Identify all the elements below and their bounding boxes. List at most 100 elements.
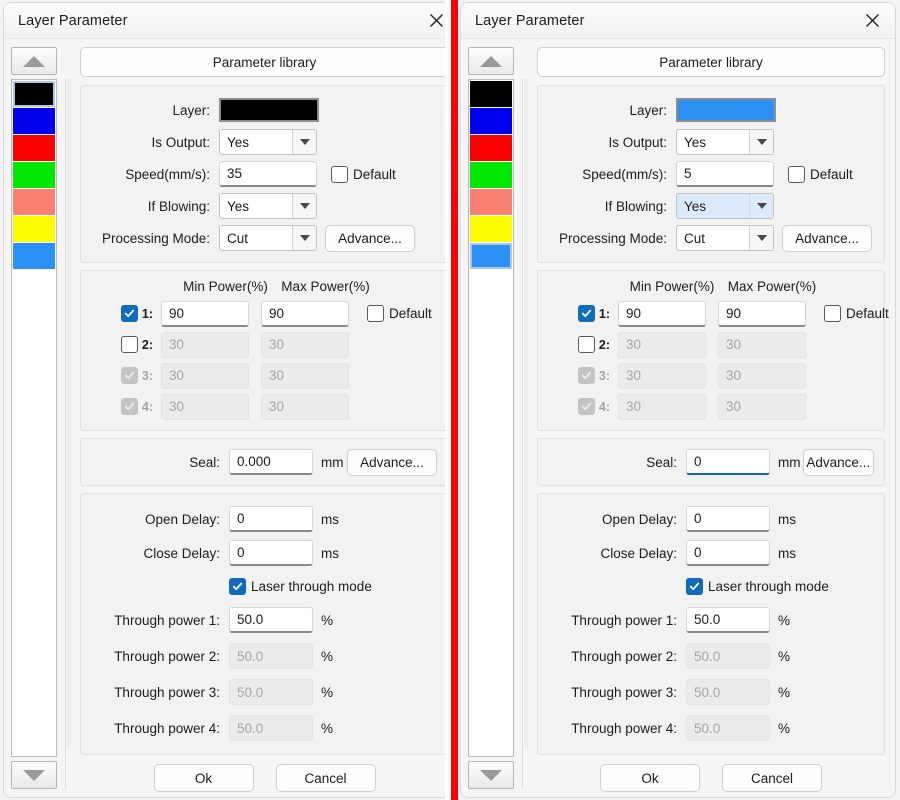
dialog-content: Parameter library Layer: Is Output: Yes — [537, 47, 889, 792]
close-icon[interactable] — [855, 7, 889, 35]
dialog-frame: Layer Parameter Parameter library Layer:… — [460, 2, 896, 798]
checkbox-box — [229, 577, 246, 595]
is-output-value: Yes — [227, 134, 250, 150]
layer-swatch[interactable] — [470, 189, 512, 215]
through-power-1-input[interactable] — [229, 607, 313, 633]
min-power-input-2[interactable] — [618, 331, 706, 358]
processing-advance-button[interactable]: Advance... — [325, 224, 415, 252]
layer-color-box[interactable] — [219, 98, 319, 122]
power-default-checkbox[interactable]: Default — [824, 305, 889, 322]
layer-swatch-list[interactable] — [11, 79, 57, 757]
seal-group: Seal: mm Advance... — [80, 438, 449, 486]
layer-swatch[interactable] — [470, 243, 512, 269]
through-power-2-unit: % — [778, 648, 791, 664]
is-output-select[interactable]: Yes — [219, 129, 317, 155]
seal-row: Seal: mm Advance... — [548, 447, 874, 477]
power-enable-checkbox-2[interactable]: 2: — [577, 336, 610, 353]
layer-row: Layer: — [91, 94, 438, 126]
close-delay-unit: ms — [778, 545, 796, 561]
speed-input[interactable] — [219, 161, 317, 187]
power-row: 4: — [548, 391, 874, 422]
max-power-input-1[interactable] — [261, 300, 349, 327]
laser-through-mode-checkbox[interactable]: Laser through mode — [229, 577, 372, 595]
max-power-input-2[interactable] — [261, 331, 349, 358]
layer-swatch-list[interactable] — [468, 79, 514, 757]
min-power-input-1[interactable] — [161, 300, 249, 327]
max-power-input-4 — [718, 393, 806, 420]
layer-swatch[interactable] — [13, 216, 55, 242]
speed-default-checkbox[interactable]: Default — [788, 165, 853, 183]
power-default-label: Default — [389, 306, 432, 321]
power-enable-checkbox-2[interactable]: 2: — [120, 336, 153, 353]
layer-color-box[interactable] — [676, 98, 776, 122]
power-enable-checkbox-1[interactable]: 1: — [120, 305, 153, 322]
open-delay-input[interactable] — [229, 506, 313, 532]
close-delay-input[interactable] — [686, 540, 770, 566]
layer-swatch[interactable] — [470, 216, 512, 242]
layer-swatch[interactable] — [13, 162, 55, 188]
through-power-row-2: Through power 2: % — [548, 638, 874, 674]
layer-swatch[interactable] — [470, 135, 512, 161]
layer-swatch[interactable] — [13, 189, 55, 215]
checkbox-box — [367, 305, 384, 322]
layer-swatch[interactable] — [470, 162, 512, 188]
if-blowing-select[interactable]: Yes — [219, 193, 317, 219]
processing-mode-select[interactable]: Cut — [676, 225, 774, 251]
cancel-button[interactable]: Cancel — [722, 764, 822, 792]
min-power-input-2[interactable] — [161, 331, 249, 358]
power-default-checkbox[interactable]: Default — [367, 305, 432, 322]
laser-through-row: Laser through mode — [91, 570, 438, 602]
speed-input[interactable] — [676, 161, 774, 187]
triangle-down-icon[interactable] — [11, 761, 57, 789]
laser-through-mode-checkbox[interactable]: Laser through mode — [686, 577, 829, 595]
close-delay-input[interactable] — [229, 540, 313, 566]
seal-advance-button[interactable]: Advance... — [347, 448, 437, 476]
layer-list-scrollbar[interactable] — [522, 79, 529, 789]
layer-swatch[interactable] — [13, 81, 55, 107]
layer-list-scrollbar[interactable] — [65, 79, 72, 789]
through-power-4-label: Through power 4: — [571, 720, 677, 736]
through-power-3-label: Through power 3: — [114, 684, 220, 700]
cancel-button[interactable]: Cancel — [275, 764, 376, 792]
close-delay-row: Close Delay: ms — [548, 536, 874, 570]
chevron-down-icon — [292, 226, 316, 250]
processing-advance-button[interactable]: Advance... — [782, 224, 872, 252]
max-power-input-1[interactable] — [718, 300, 806, 327]
power-enable-checkbox-1[interactable]: 1: — [577, 305, 610, 322]
power-header: Min Power(%) Max Power(%) — [91, 279, 438, 294]
through-power-1-input[interactable] — [686, 607, 770, 633]
parameter-library-button[interactable]: Parameter library — [537, 47, 885, 77]
layer-swatch[interactable] — [13, 108, 55, 134]
checkbox-box — [577, 305, 595, 322]
speed-default-checkbox[interactable]: Default — [331, 165, 396, 183]
through-power-4-input — [229, 715, 313, 741]
if-blowing-select[interactable]: Yes — [676, 193, 774, 219]
layer-swatch[interactable] — [13, 135, 55, 161]
seal-advance-button[interactable]: Advance... — [802, 448, 874, 476]
max-power-input-2[interactable] — [718, 331, 806, 358]
through-power-row-4: Through power 4: % — [91, 710, 438, 746]
open-delay-input[interactable] — [686, 506, 770, 532]
is-output-select[interactable]: Yes — [676, 129, 774, 155]
layer-swatch[interactable] — [13, 243, 55, 269]
parameter-library-button[interactable]: Parameter library — [80, 47, 449, 77]
ok-button[interactable]: Ok — [600, 764, 700, 792]
triangle-up-icon[interactable] — [468, 47, 514, 75]
layer-swatch[interactable] — [470, 108, 512, 134]
triangle-down-icon[interactable] — [468, 761, 514, 789]
through-power-3-unit: % — [778, 684, 791, 700]
seal-input[interactable] — [229, 449, 313, 475]
min-power-input-1[interactable] — [618, 300, 706, 327]
layer-swatch[interactable] — [470, 81, 512, 107]
processing-mode-select[interactable]: Cut — [219, 225, 317, 251]
power-row-index-3: 3: — [598, 368, 610, 383]
dialog-body: Parameter library Layer: Is Output: Yes — [4, 39, 451, 797]
laser-through-mode-label: Laser through mode — [708, 578, 829, 594]
min-power-input-4 — [618, 393, 706, 420]
layer-parameter-dialog-right: Layer Parameter Parameter library Layer:… — [451, 0, 900, 800]
triangle-up-icon[interactable] — [11, 47, 57, 75]
seal-input[interactable] — [686, 449, 770, 475]
through-power-1-label: Through power 1: — [114, 612, 220, 628]
through-power-1-unit: % — [321, 612, 334, 628]
ok-button[interactable]: Ok — [153, 764, 254, 792]
